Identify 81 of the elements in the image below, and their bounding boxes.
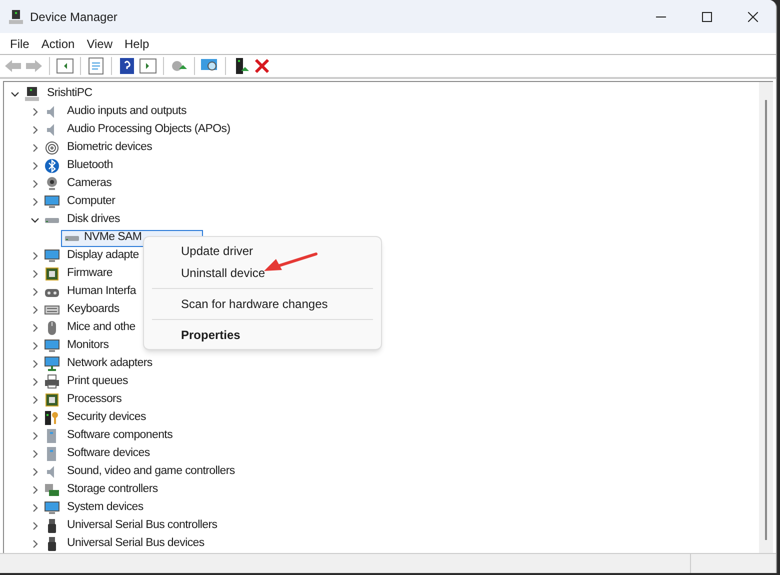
tree-item[interactable]: Human Interfa (67, 283, 136, 301)
uninstall-icon[interactable] (252, 57, 272, 75)
panel-icon[interactable] (55, 57, 75, 75)
chip-icon (44, 392, 60, 408)
chevron-right-icon[interactable] (30, 287, 40, 297)
bluetooth-icon (44, 158, 60, 174)
printer-icon (44, 374, 60, 390)
properties-icon[interactable] (86, 57, 106, 75)
chevron-right-icon[interactable] (30, 359, 40, 369)
monitor-icon (44, 500, 60, 516)
tree-item[interactable]: Bluetooth (67, 157, 113, 175)
tree-item[interactable]: Software devices (67, 445, 150, 463)
tree-item[interactable]: Monitors (67, 337, 109, 355)
tree-item[interactable]: Display adapte (67, 247, 139, 265)
tree-item[interactable]: Sound, video and game controllers (67, 463, 235, 481)
chevron-right-icon[interactable] (30, 161, 40, 171)
chevron-right-icon[interactable] (30, 305, 40, 315)
monitor-icon (44, 248, 60, 264)
chevron-right-icon[interactable] (30, 395, 40, 405)
menu-item[interactable]: Scan for hardware changes (148, 293, 377, 315)
menu-item[interactable]: Help (118, 34, 156, 52)
tree-item[interactable]: Biometric devices (67, 139, 152, 157)
tree-item[interactable]: Disk drives (67, 211, 120, 229)
tree-item[interactable]: Processors (67, 391, 122, 409)
tree-item[interactable]: Audio Processing Objects (APOs) (67, 121, 230, 139)
monitor-icon (44, 194, 60, 210)
chevron-right-icon[interactable] (30, 269, 40, 279)
menu-item[interactable]: Properties (148, 324, 377, 346)
key-icon (44, 410, 60, 426)
chevron-right-icon[interactable] (30, 107, 40, 117)
chevron-right-icon[interactable] (30, 467, 40, 477)
chevron-right-icon[interactable] (30, 143, 40, 153)
monitor-icon (44, 338, 60, 354)
chevron-right-icon[interactable] (30, 323, 40, 333)
chevron-right-icon[interactable] (30, 413, 40, 423)
chevron-right-icon[interactable] (30, 197, 40, 207)
chevron-right-icon[interactable] (30, 449, 40, 459)
scrollbar[interactable] (759, 82, 773, 553)
help-icon[interactable] (117, 57, 137, 75)
tree-item[interactable]: Mice and othe (67, 319, 136, 337)
webcam-icon (44, 176, 60, 192)
tree-item[interactable]: Firmware (67, 265, 113, 283)
panel-icon[interactable] (138, 57, 158, 75)
chevron-right-icon[interactable] (30, 125, 40, 135)
tree-item[interactable]: Security devices (67, 409, 146, 427)
window-title: Device Manager (30, 8, 118, 26)
tree-item[interactable]: Software components (67, 427, 173, 445)
fingerprint-icon (44, 140, 60, 156)
app-icon (8, 8, 24, 24)
tree-item[interactable]: System devices (67, 499, 144, 517)
maximize-icon (702, 12, 712, 22)
chevron-right-icon[interactable] (30, 179, 40, 189)
chevron-down-icon[interactable] (10, 89, 20, 99)
tree-item[interactable]: Audio inputs and outputs (67, 103, 186, 121)
chevron-right-icon[interactable] (30, 341, 40, 351)
tree-item[interactable]: Universal Serial Bus devices (67, 535, 204, 553)
tree-item[interactable]: Universal Serial Bus controllers (67, 517, 218, 535)
chevron-right-icon[interactable] (30, 521, 40, 531)
tree-item[interactable]: Storage controllers (67, 481, 158, 499)
tree-item[interactable]: Cameras (67, 175, 112, 193)
chevron-down-icon[interactable] (30, 215, 40, 225)
tree-item[interactable]: Network adapters (67, 355, 152, 373)
chip-icon (44, 266, 60, 282)
network-icon (44, 356, 60, 372)
tree-item[interactable]: SrishtiPC (47, 85, 92, 103)
chevron-right-icon[interactable] (30, 503, 40, 513)
menu-item[interactable]: Action (35, 34, 81, 52)
chevron-right-icon[interactable] (30, 431, 40, 441)
menu-item[interactable]: View (80, 34, 118, 52)
chevron-right-icon[interactable] (30, 377, 40, 387)
menu-item[interactable]: File (4, 34, 36, 52)
menu-item[interactable]: Uninstall device (148, 262, 377, 284)
tree-item[interactable]: Print queues (67, 373, 128, 391)
chevron-right-icon[interactable] (30, 539, 40, 549)
chevron-right-icon[interactable] (30, 251, 40, 261)
storage-icon (44, 482, 60, 498)
tree-item[interactable]: Keyboards (67, 301, 120, 319)
close-icon (748, 12, 758, 22)
tree-item[interactable]: Computer (67, 193, 116, 211)
chevron-right-icon[interactable] (30, 485, 40, 495)
computer-icon (24, 86, 40, 102)
